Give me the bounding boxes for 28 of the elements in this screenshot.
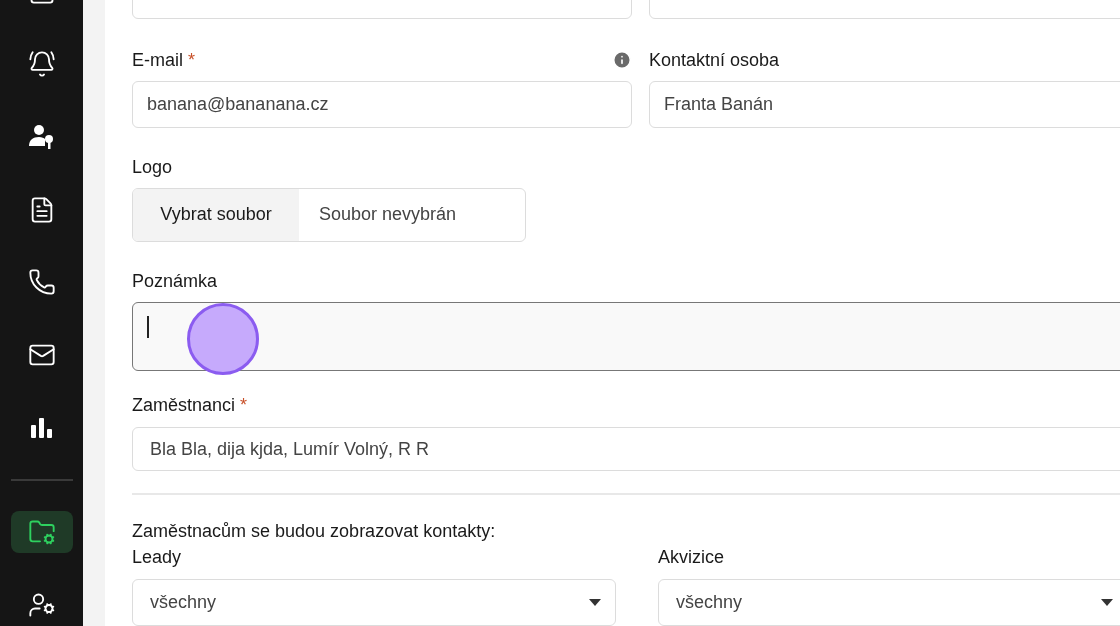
- field-label: Kontaktní osoba: [649, 49, 780, 71]
- field-label: Akvizice: [658, 546, 724, 568]
- bell-icon: [27, 50, 56, 79]
- select-field[interactable]: všechny: [132, 579, 616, 626]
- note-textarea[interactable]: [132, 301, 1120, 372]
- employees-field[interactable]: Bla Bla, dija kjda, Lumír Volný, R R: [132, 427, 1120, 472]
- text-caret: [147, 315, 149, 338]
- field-label: Logo: [132, 157, 173, 178]
- file-status: Soubor nevybrán: [318, 203, 457, 227]
- select-field[interactable]: všechny: [658, 579, 1120, 626]
- email-field[interactable]: banana@bananana.cz: [132, 81, 632, 128]
- contact-field[interactable]: Franta Banán: [649, 81, 1120, 128]
- caret-icon: [589, 599, 601, 606]
- sidebar-item[interactable]: [10, 510, 73, 554]
- phone-icon: [27, 268, 56, 297]
- choose-file-button[interactable]: Vybrat soubor: [133, 189, 299, 241]
- field-label: Zaměstnanci *: [132, 395, 248, 417]
- required-mark: *: [188, 49, 196, 70]
- bar-chart-icon: [30, 417, 53, 438]
- required-mark: *: [240, 395, 248, 416]
- field-label: Leady: [132, 546, 182, 568]
- file-input[interactable]: Vybrat soubor Soubor nevybrán: [132, 188, 526, 242]
- user-key-icon: [27, 123, 56, 150]
- field-label: Poznámka: [132, 270, 218, 292]
- info-icon[interactable]: [612, 50, 632, 70]
- caret-icon: [1101, 599, 1113, 606]
- field-label: E-mail *: [132, 49, 196, 71]
- section-text: Zaměstnacům se budou zobrazovat kontakty:: [132, 521, 497, 542]
